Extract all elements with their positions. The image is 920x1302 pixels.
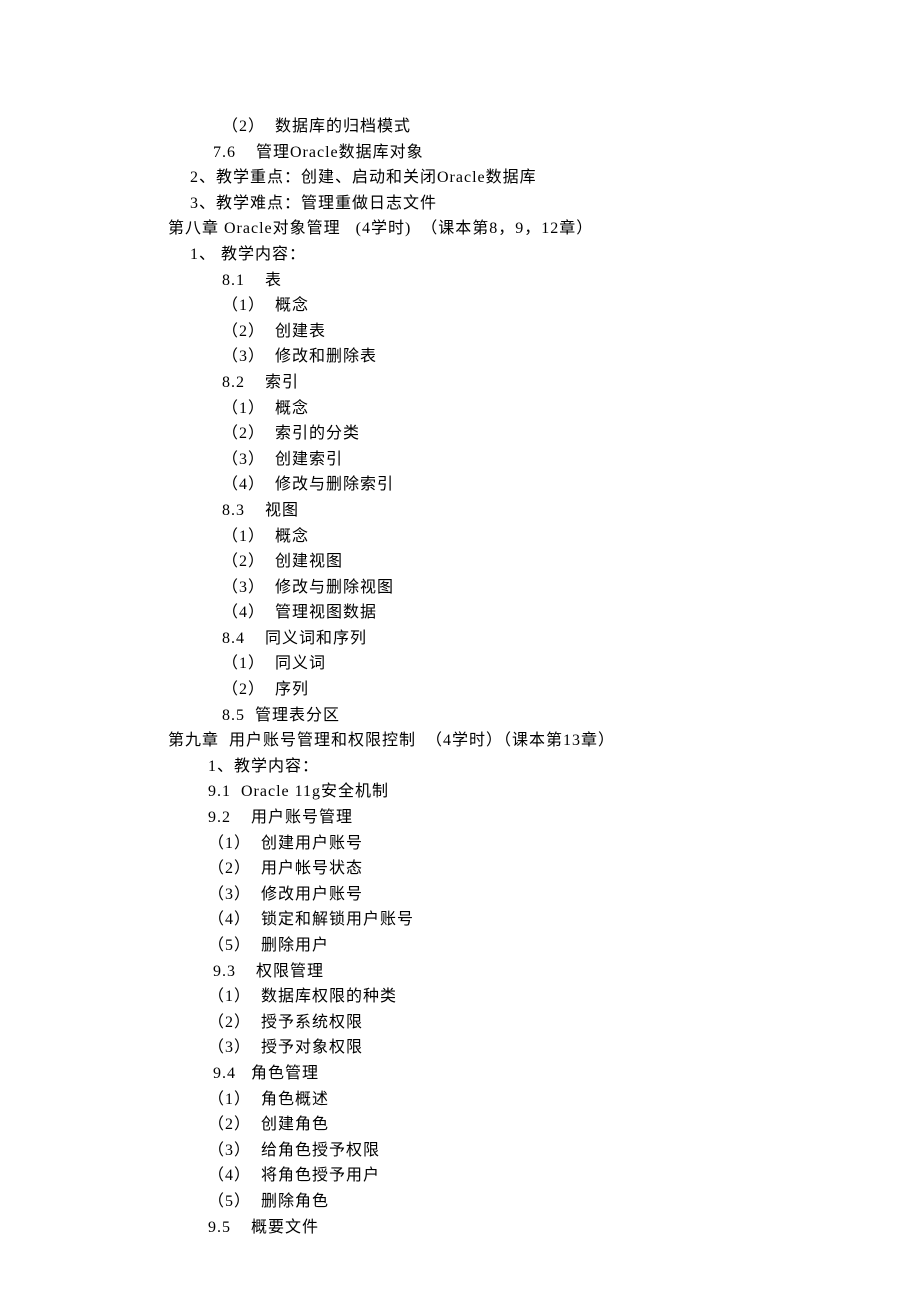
outline-line: （4） 锁定和解锁用户账号 — [168, 907, 920, 933]
outline-line: （3） 创建索引 — [168, 447, 920, 473]
outline-line: （2） 序列 — [168, 677, 920, 703]
outline-line: 第九章 用户账号管理和权限控制 （4学时）（课本第13章） — [168, 728, 920, 754]
outline-line: 9.5 概要文件 — [168, 1215, 920, 1241]
outline-line: （3） 授予对象权限 — [168, 1035, 920, 1061]
outline-line: （4） 管理视图数据 — [168, 600, 920, 626]
outline-line: （1） 数据库权限的种类 — [168, 984, 920, 1010]
outline-line: （3） 修改与删除视图 — [168, 575, 920, 601]
outline-line: 1、 教学内容： — [168, 242, 920, 268]
outline-line: 8.3 视图 — [168, 498, 920, 524]
outline-line: （2） 授予系统权限 — [168, 1010, 920, 1036]
outline-line: 9.4 角色管理 — [168, 1061, 920, 1087]
outline-line: （3） 修改和删除表 — [168, 344, 920, 370]
outline-line: （5） 删除角色 — [168, 1189, 920, 1215]
outline-line: 第八章 Oracle对象管理 (4学时) （课本第8，9，12章） — [168, 216, 920, 242]
outline-line: 8.1 表 — [168, 268, 920, 294]
outline-line: （1） 概念 — [168, 293, 920, 319]
outline-line: 8.2 索引 — [168, 370, 920, 396]
outline-line: （1） 概念 — [168, 524, 920, 550]
outline-line: 8.4 同义词和序列 — [168, 626, 920, 652]
outline-line: 2、教学重点：创建、启动和关闭Oracle数据库 — [168, 165, 920, 191]
outline-line: （1） 概念 — [168, 396, 920, 422]
outline-line: 9.2 用户账号管理 — [168, 805, 920, 831]
outline-line: （4） 修改与删除索引 — [168, 472, 920, 498]
outline-line: （4） 将角色授予用户 — [168, 1163, 920, 1189]
outline-line: 9.1 Oracle 11g安全机制 — [168, 779, 920, 805]
outline-line: （2） 创建表 — [168, 319, 920, 345]
outline-line: （2） 用户帐号状态 — [168, 856, 920, 882]
outline-line: 1、教学内容： — [168, 754, 920, 780]
outline-line: （2） 创建视图 — [168, 549, 920, 575]
outline-line: （5） 删除用户 — [168, 933, 920, 959]
outline-line: （2） 数据库的归档模式 — [168, 114, 920, 140]
outline-line: （1） 创建用户账号 — [168, 831, 920, 857]
outline-line: 7.6 管理Oracle数据库对象 — [168, 140, 920, 166]
outline-line: 9.3 权限管理 — [168, 959, 920, 985]
document-body: （2） 数据库的归档模式 7.6 管理Oracle数据库对象2、教学重点：创建、… — [168, 114, 920, 1240]
outline-line: 8.5 管理表分区 — [168, 703, 920, 729]
outline-line: 3、教学难点：管理重做日志文件 — [168, 191, 920, 217]
outline-line: （3） 修改用户账号 — [168, 882, 920, 908]
outline-line: （3） 给角色授予权限 — [168, 1138, 920, 1164]
outline-line: （1） 同义词 — [168, 651, 920, 677]
outline-line: （2） 索引的分类 — [168, 421, 920, 447]
outline-line: （1） 角色概述 — [168, 1087, 920, 1113]
outline-line: （2） 创建角色 — [168, 1112, 920, 1138]
